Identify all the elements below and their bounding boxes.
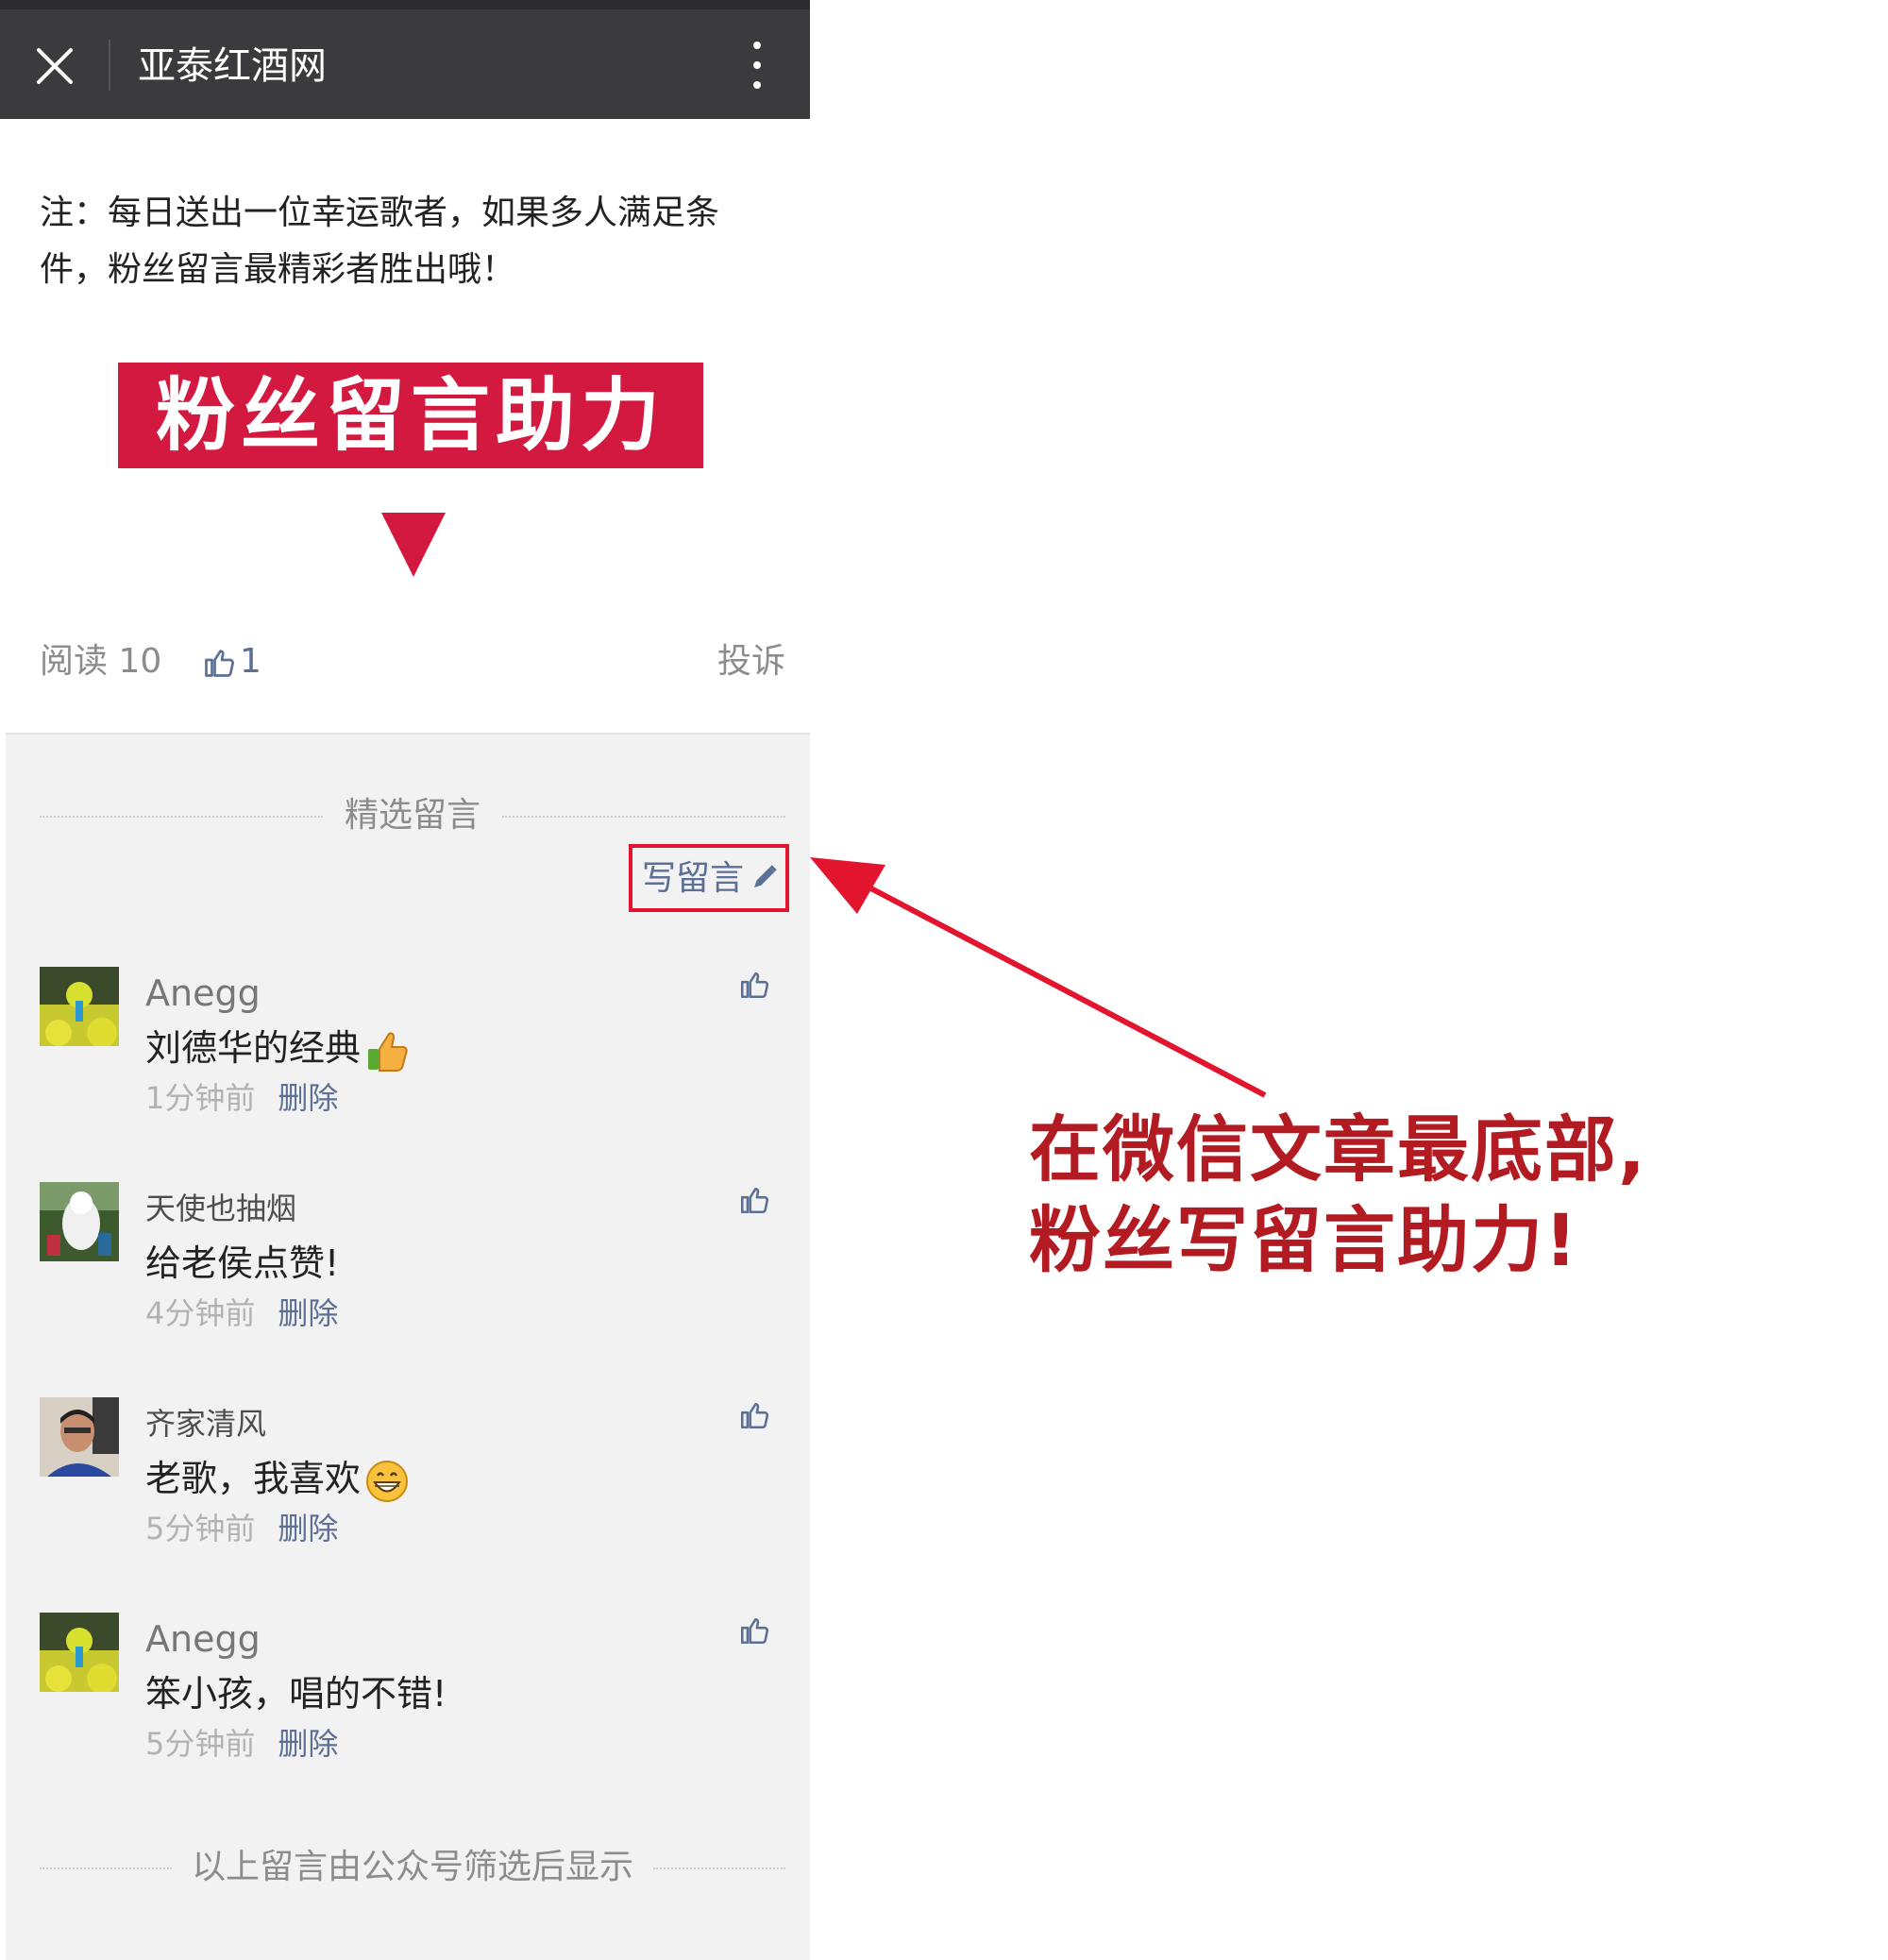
- article-note: 注：每日送出一位幸运歌者，如果多人满足条件，粉丝留言最精彩者胜出哦！: [40, 194, 720, 289]
- comments-footer: 以上留言由公众号筛选后显示: [40, 1843, 785, 1892]
- top-navbar: 亚泰红酒网: [0, 0, 810, 119]
- read-count: 阅读 10: [40, 642, 162, 681]
- thumbs-up-icon[interactable]: [738, 1614, 770, 1647]
- comment-meta: 5分钟前 删除: [145, 1720, 338, 1767]
- comment-time: 5分钟前: [145, 1726, 256, 1762]
- comment-item: Anegg 刘德华的经典 1分钟前 删除: [40, 967, 785, 1156]
- comment-nickname[interactable]: 天使也抽烟: [145, 1184, 296, 1233]
- avatar[interactable]: [40, 1397, 119, 1477]
- write-comment-button[interactable]: 写留言: [629, 844, 789, 912]
- comments-section: 精选留言 写留言 Anegg 刘德华的经典 1分钟前 删除 天使也抽烟 给老侯点…: [6, 733, 810, 1960]
- delete-comment-link[interactable]: 删除: [278, 1726, 338, 1762]
- thumbs-up-icon[interactable]: [738, 969, 770, 1001]
- wechat-article-screen: 亚泰红酒网 注：每日送出一位幸运歌者，如果多人满足条件，粉丝留言最精彩者胜出哦！…: [0, 0, 810, 1960]
- comment-nickname[interactable]: Anegg: [145, 969, 261, 1018]
- thumbs-up-icon[interactable]: [738, 1399, 770, 1431]
- comment-nickname[interactable]: 齐家清风: [145, 1399, 266, 1448]
- nav-divider: [109, 40, 110, 91]
- delete-comment-link[interactable]: 删除: [278, 1295, 338, 1331]
- thumbs-up-icon[interactable]: [202, 646, 236, 680]
- comment-time: 4分钟前: [145, 1295, 256, 1331]
- annotation-line-1: 在微信文章最底部,: [1029, 1107, 1647, 1191]
- annotation-callout: 在微信文章最底部, 粉丝写留言助力!: [1029, 1105, 1879, 1286]
- write-comment-label: 写留言: [642, 859, 745, 898]
- pencil-icon: [754, 865, 777, 887]
- annotation-line-2: 粉丝写留言助力!: [1029, 1198, 1579, 1282]
- comment-time: 5分钟前: [145, 1511, 256, 1546]
- article-stats: 阅读 10 1 投诉: [40, 638, 785, 685]
- comments-footer-text: 以上留言由公众号筛选后显示: [177, 1848, 647, 1886]
- status-bar: [0, 0, 810, 9]
- avatar[interactable]: [40, 1613, 119, 1692]
- avatar[interactable]: [40, 1182, 119, 1261]
- comment-nickname[interactable]: Anegg: [145, 1614, 261, 1664]
- comment-time: 1分钟前: [145, 1080, 256, 1116]
- banner-heading: 粉丝留言助力: [118, 363, 703, 468]
- comment-text: 刘德华的经典: [145, 1022, 410, 1074]
- thumbs-up-emoji-icon: [368, 1032, 408, 1072]
- close-icon[interactable]: [34, 45, 76, 87]
- comment-text: 给老侯点赞!: [145, 1242, 340, 1284]
- comments-title: 精选留言: [330, 796, 494, 835]
- comments-header: 精选留言: [40, 791, 785, 840]
- down-arrow-icon: [381, 513, 446, 577]
- comment-meta: 4分钟前 删除: [145, 1290, 338, 1337]
- comment-item: 齐家清风 老歌，我喜欢 5分钟前 删除: [40, 1397, 785, 1586]
- comment-meta: 1分钟前 删除: [145, 1074, 338, 1122]
- more-icon[interactable]: [746, 42, 768, 89]
- avatar[interactable]: [40, 967, 119, 1046]
- thumbs-up-icon[interactable]: [738, 1184, 770, 1216]
- comment-item: Anegg 笨小孩，唱的不错! 5分钟前 删除: [40, 1613, 785, 1801]
- comment-text: 笨小孩，唱的不错!: [145, 1673, 447, 1715]
- delete-comment-link[interactable]: 删除: [278, 1511, 338, 1546]
- report-link[interactable]: 投诉: [717, 638, 785, 685]
- comment-meta: 5分钟前 删除: [145, 1505, 338, 1552]
- like-count: 1: [240, 642, 261, 681]
- comment-text: 老歌，我喜欢: [145, 1452, 410, 1505]
- page-title: 亚泰红酒网: [138, 44, 327, 88]
- delete-comment-link[interactable]: 删除: [278, 1080, 338, 1116]
- comment-item: 天使也抽烟 给老侯点赞! 4分钟前 删除: [40, 1182, 785, 1371]
- grin-emoji-icon: [366, 1460, 409, 1502]
